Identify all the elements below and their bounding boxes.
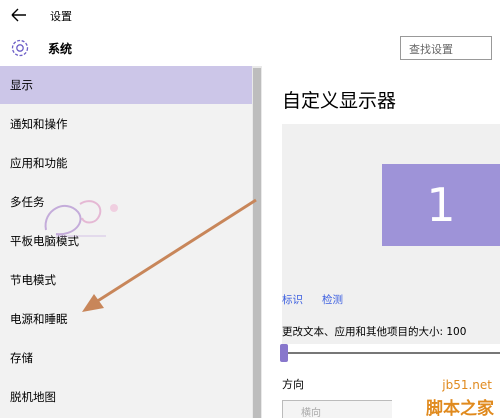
main-content: 自定义显示器 1 标识 检测 更改文本、应用和其他项目的大小: 100 方向 横… xyxy=(262,66,500,418)
sidebar-item-notifications[interactable]: 通知和操作 xyxy=(0,105,252,143)
arrow-left-icon[interactable] xyxy=(10,7,28,23)
sidebar: 显示 通知和操作 应用和功能 多任务 平板电脑模式 节电模式 电源和睡眠 存储 … xyxy=(0,66,252,418)
identify-link[interactable]: 标识 xyxy=(282,292,303,307)
watermark-logo xyxy=(44,200,118,237)
watermark-name: 脚本之家 xyxy=(426,399,494,418)
page-header: 系统 查找设置 xyxy=(0,32,500,66)
monitor-tile[interactable]: 1 xyxy=(382,164,500,246)
watermark: jb51.net 脚本之家 xyxy=(392,376,500,418)
sidebar-item-battery-saver[interactable]: 节电模式 xyxy=(0,261,252,299)
scale-slider-track[interactable] xyxy=(284,352,500,354)
scrollbar-thumb[interactable] xyxy=(253,68,261,418)
orientation-label: 方向 xyxy=(282,378,304,391)
display-arrangement-area: 1 xyxy=(282,124,500,344)
page-title: 系统 xyxy=(48,42,73,56)
detect-link[interactable]: 检测 xyxy=(322,292,343,307)
scale-label: 更改文本、应用和其他项目的大小: 100 xyxy=(282,326,467,338)
watermark-url: jb51.net xyxy=(442,378,492,392)
sidebar-item-storage[interactable]: 存储 xyxy=(0,339,252,377)
window-title: 设置 xyxy=(50,10,72,23)
sidebar-item-power-sleep[interactable]: 电源和睡眠 xyxy=(0,300,252,338)
sidebar-item-offline-maps[interactable]: 脱机地图 xyxy=(0,378,252,416)
sidebar-item-apps[interactable]: 应用和功能 xyxy=(0,144,252,182)
search-placeholder: 查找设置 xyxy=(409,43,453,56)
sidebar-scrollbar[interactable] xyxy=(252,66,262,418)
section-title: 自定义显示器 xyxy=(282,90,397,112)
search-input[interactable]: 查找设置 xyxy=(400,36,492,60)
sidebar-item-display[interactable]: 显示 xyxy=(0,66,252,104)
monitor-number: 1 xyxy=(426,178,456,232)
gear-icon xyxy=(11,39,29,57)
orientation-value: 横向 xyxy=(301,408,321,418)
title-bar: 设置 xyxy=(0,0,500,32)
scale-slider-thumb[interactable] xyxy=(280,344,288,362)
